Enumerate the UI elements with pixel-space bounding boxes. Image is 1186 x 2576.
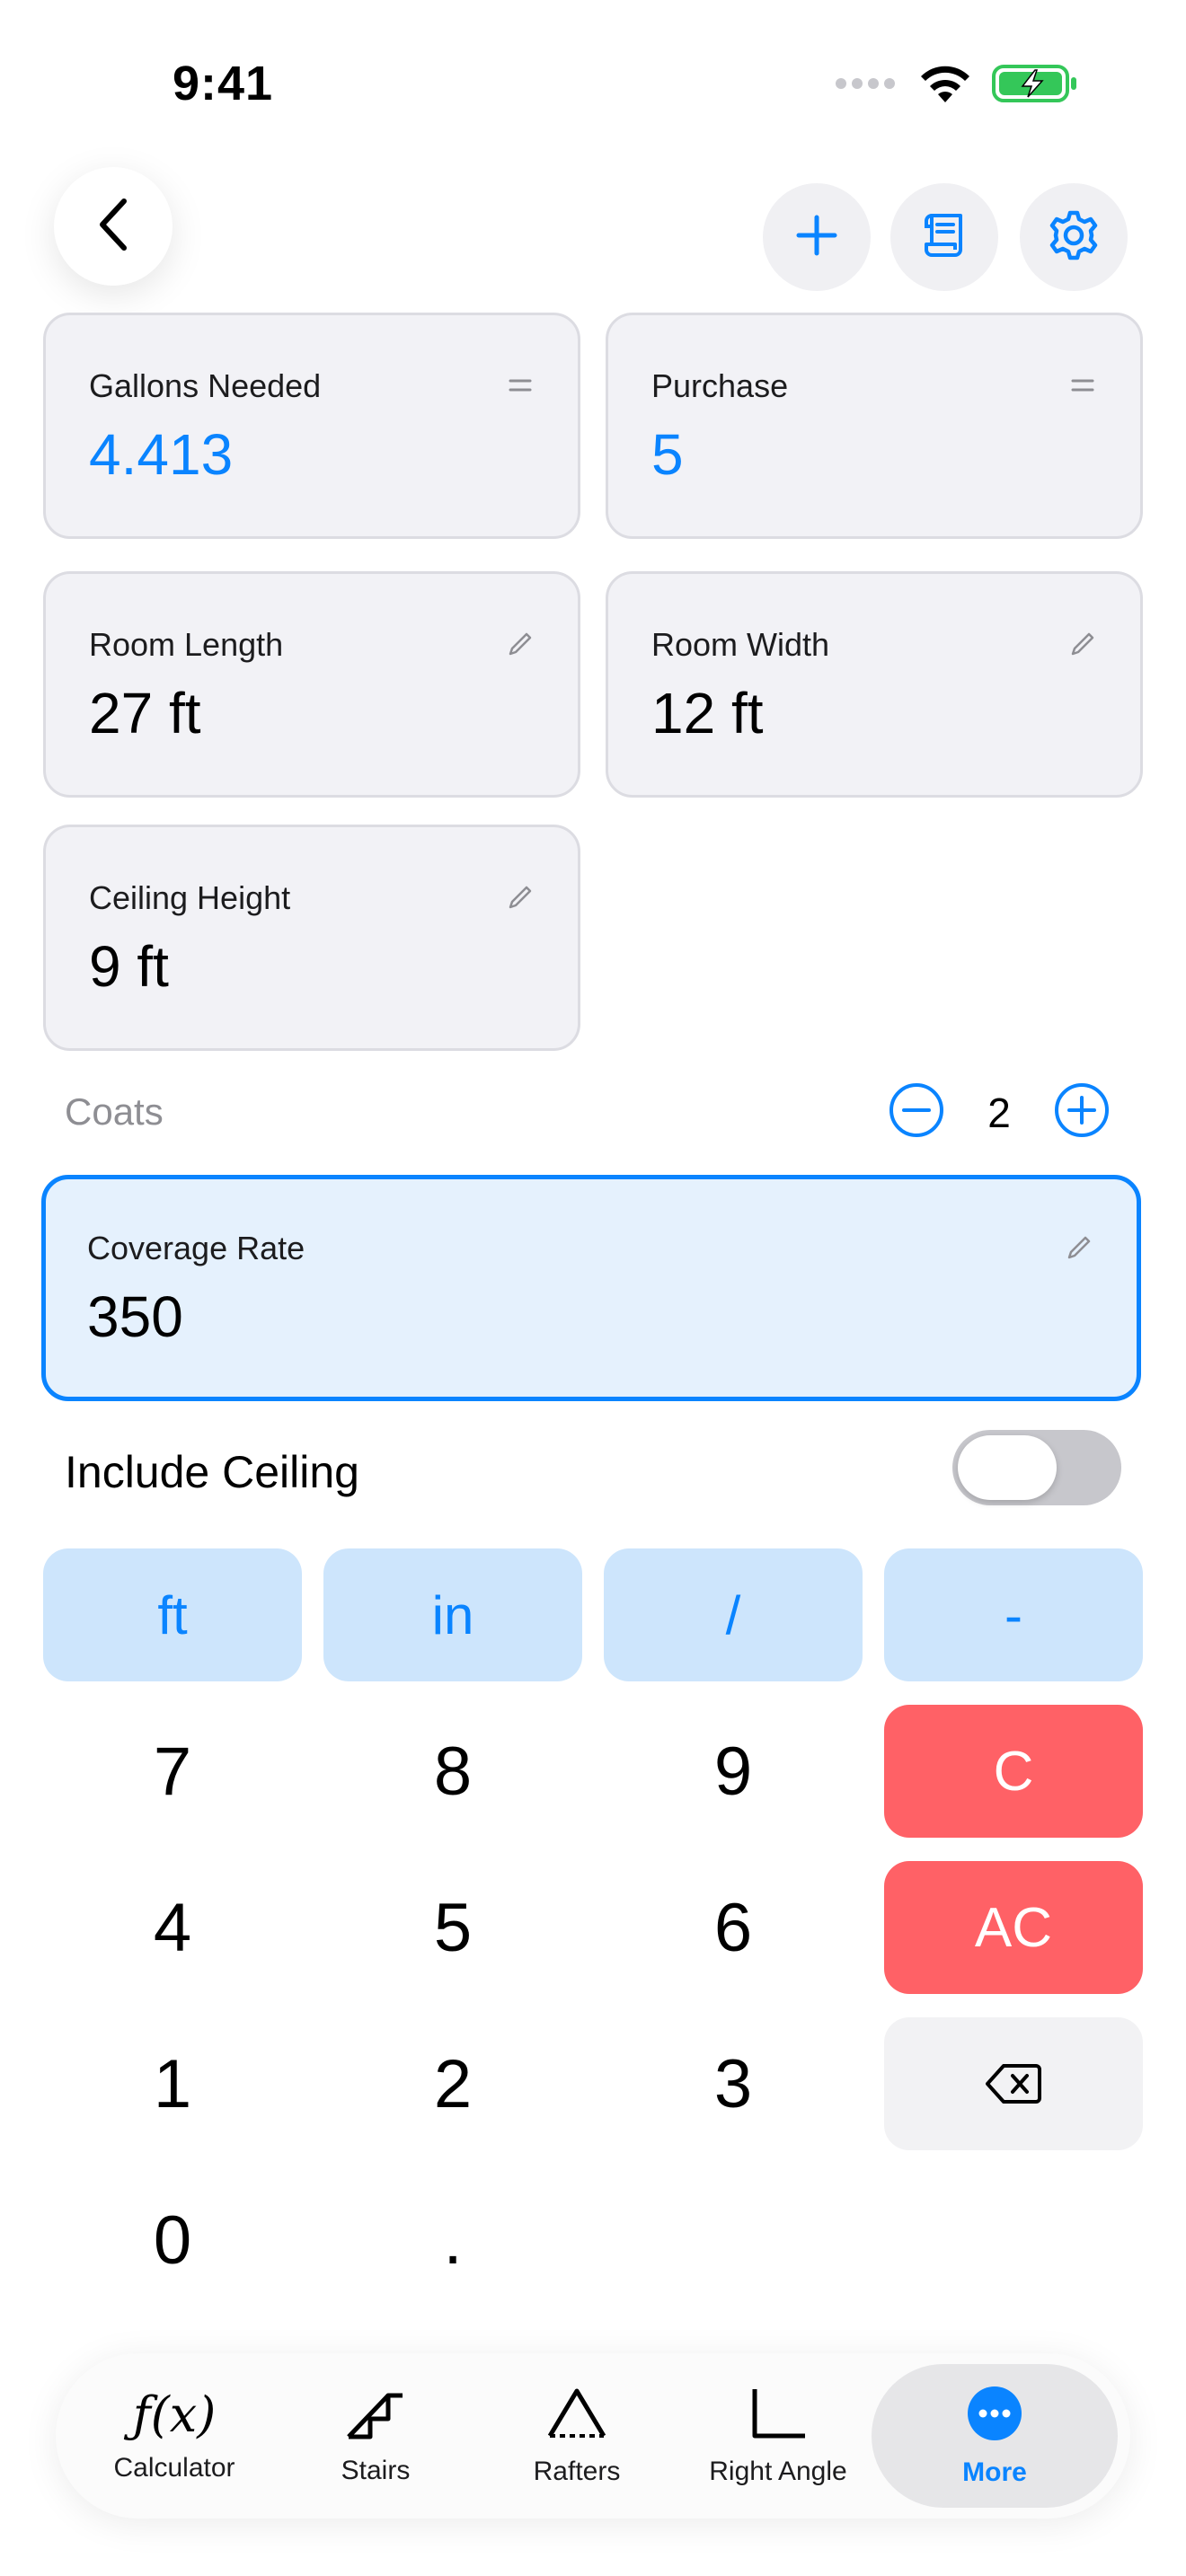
right-angle-icon: [746, 2386, 810, 2446]
purchase-card[interactable]: Purchase 5: [606, 313, 1143, 539]
room-width-value: 12 ft: [651, 681, 764, 745]
pencil-icon: [1061, 1230, 1097, 1266]
all-clear-button[interactable]: AC: [884, 1861, 1143, 1994]
key-decimal[interactable]: .: [323, 2174, 582, 2307]
ceiling-height-label: Ceiling Height: [89, 879, 291, 916]
gallons-needed-value: 4.413: [89, 422, 234, 487]
ceiling-height-card[interactable]: Ceiling Height 9 ft: [43, 825, 580, 1051]
tab-label: Stairs: [341, 2455, 411, 2485]
add-button[interactable]: [763, 183, 871, 291]
status-time: 9:41: [173, 57, 274, 110]
battery-icon: [992, 63, 1078, 109]
tab-label: More: [962, 2457, 1027, 2487]
toggle-knob: [958, 1435, 1057, 1500]
coats-value: 2: [987, 1089, 1011, 1136]
key-1[interactable]: 1: [43, 2017, 302, 2150]
coverage-rate-card[interactable]: Coverage Rate 350: [41, 1175, 1141, 1401]
room-length-value: 27 ft: [89, 681, 201, 745]
coats-label: Coats: [65, 1090, 164, 1133]
tab-label: Rafters: [533, 2456, 621, 2486]
key-9[interactable]: 9: [604, 1705, 863, 1838]
chevron-left-icon: [95, 198, 131, 256]
tab-bar: ƒ(x) Calculator Stairs Rafters Right Ang…: [56, 2353, 1130, 2519]
plus-circle-icon[interactable]: [1053, 1081, 1111, 1143]
cellular-icon: [834, 75, 898, 97]
key-7[interactable]: 7: [43, 1705, 302, 1838]
status-bar: 9:41: [0, 0, 1186, 162]
room-length-label: Room Length: [89, 626, 284, 663]
function-icon: ƒ(x): [132, 2386, 217, 2443]
key-5[interactable]: 5: [323, 1861, 582, 1994]
key-8[interactable]: 8: [323, 1705, 582, 1838]
tab-more[interactable]: More: [872, 2364, 1118, 2508]
key-in[interactable]: in: [323, 1548, 582, 1681]
key-fraction[interactable]: /: [604, 1548, 863, 1681]
status-icons: [834, 63, 1078, 109]
tab-calculator[interactable]: ƒ(x) Calculator: [75, 2353, 273, 2519]
purchase-label: Purchase: [651, 367, 789, 404]
rafters-icon: [544, 2386, 609, 2446]
room-length-card[interactable]: Room Length 27 ft: [43, 571, 580, 798]
gallons-needed-label: Gallons Needed: [89, 367, 322, 404]
key-4[interactable]: 4: [43, 1861, 302, 1994]
include-ceiling-label: Include Ceiling: [65, 1447, 359, 1497]
tab-label: Right Angle: [709, 2456, 847, 2486]
room-width-card[interactable]: Room Width 12 ft: [606, 571, 1143, 798]
pencil-icon: [502, 626, 538, 662]
key-2[interactable]: 2: [323, 2017, 582, 2150]
tab-label: Calculator: [113, 2453, 235, 2483]
gallons-needed-card[interactable]: Gallons Needed 4.413: [43, 313, 580, 539]
equals-icon: [502, 367, 538, 403]
coats-stepper: 2: [888, 1081, 1111, 1143]
wifi-icon: [918, 63, 972, 109]
equals-icon: [1065, 367, 1101, 403]
stairs-icon: [343, 2386, 408, 2445]
settings-button[interactable]: [1020, 183, 1128, 291]
scroll-icon: [919, 210, 969, 265]
key-3[interactable]: 3: [604, 2017, 863, 2150]
tab-right-angle[interactable]: Right Angle: [679, 2353, 877, 2519]
plus-icon: [795, 214, 838, 261]
key-6[interactable]: 6: [604, 1861, 863, 1994]
tab-stairs[interactable]: Stairs: [277, 2353, 474, 2519]
history-button[interactable]: [890, 183, 998, 291]
coverage-rate-label: Coverage Rate: [87, 1230, 305, 1266]
key-dash[interactable]: -: [884, 1548, 1143, 1681]
purchase-value: 5: [651, 422, 684, 487]
key-ft[interactable]: ft: [43, 1548, 302, 1681]
more-icon: [966, 2385, 1023, 2447]
back-button[interactable]: [54, 167, 173, 286]
delete-backward-icon: [986, 2050, 1041, 2118]
pencil-icon: [1065, 626, 1101, 662]
minus-circle-icon[interactable]: [888, 1081, 945, 1143]
include-ceiling-toggle[interactable]: [952, 1430, 1121, 1505]
backspace-button[interactable]: [884, 2017, 1143, 2150]
clear-button[interactable]: C: [884, 1705, 1143, 1838]
gear-icon: [1048, 209, 1100, 266]
ceiling-height-value: 9 ft: [89, 934, 169, 999]
coverage-rate-value: 350: [87, 1284, 183, 1349]
key-0[interactable]: 0: [43, 2174, 302, 2307]
tab-rafters[interactable]: Rafters: [478, 2353, 676, 2519]
room-width-label: Room Width: [651, 626, 830, 663]
pencil-icon: [502, 879, 538, 915]
